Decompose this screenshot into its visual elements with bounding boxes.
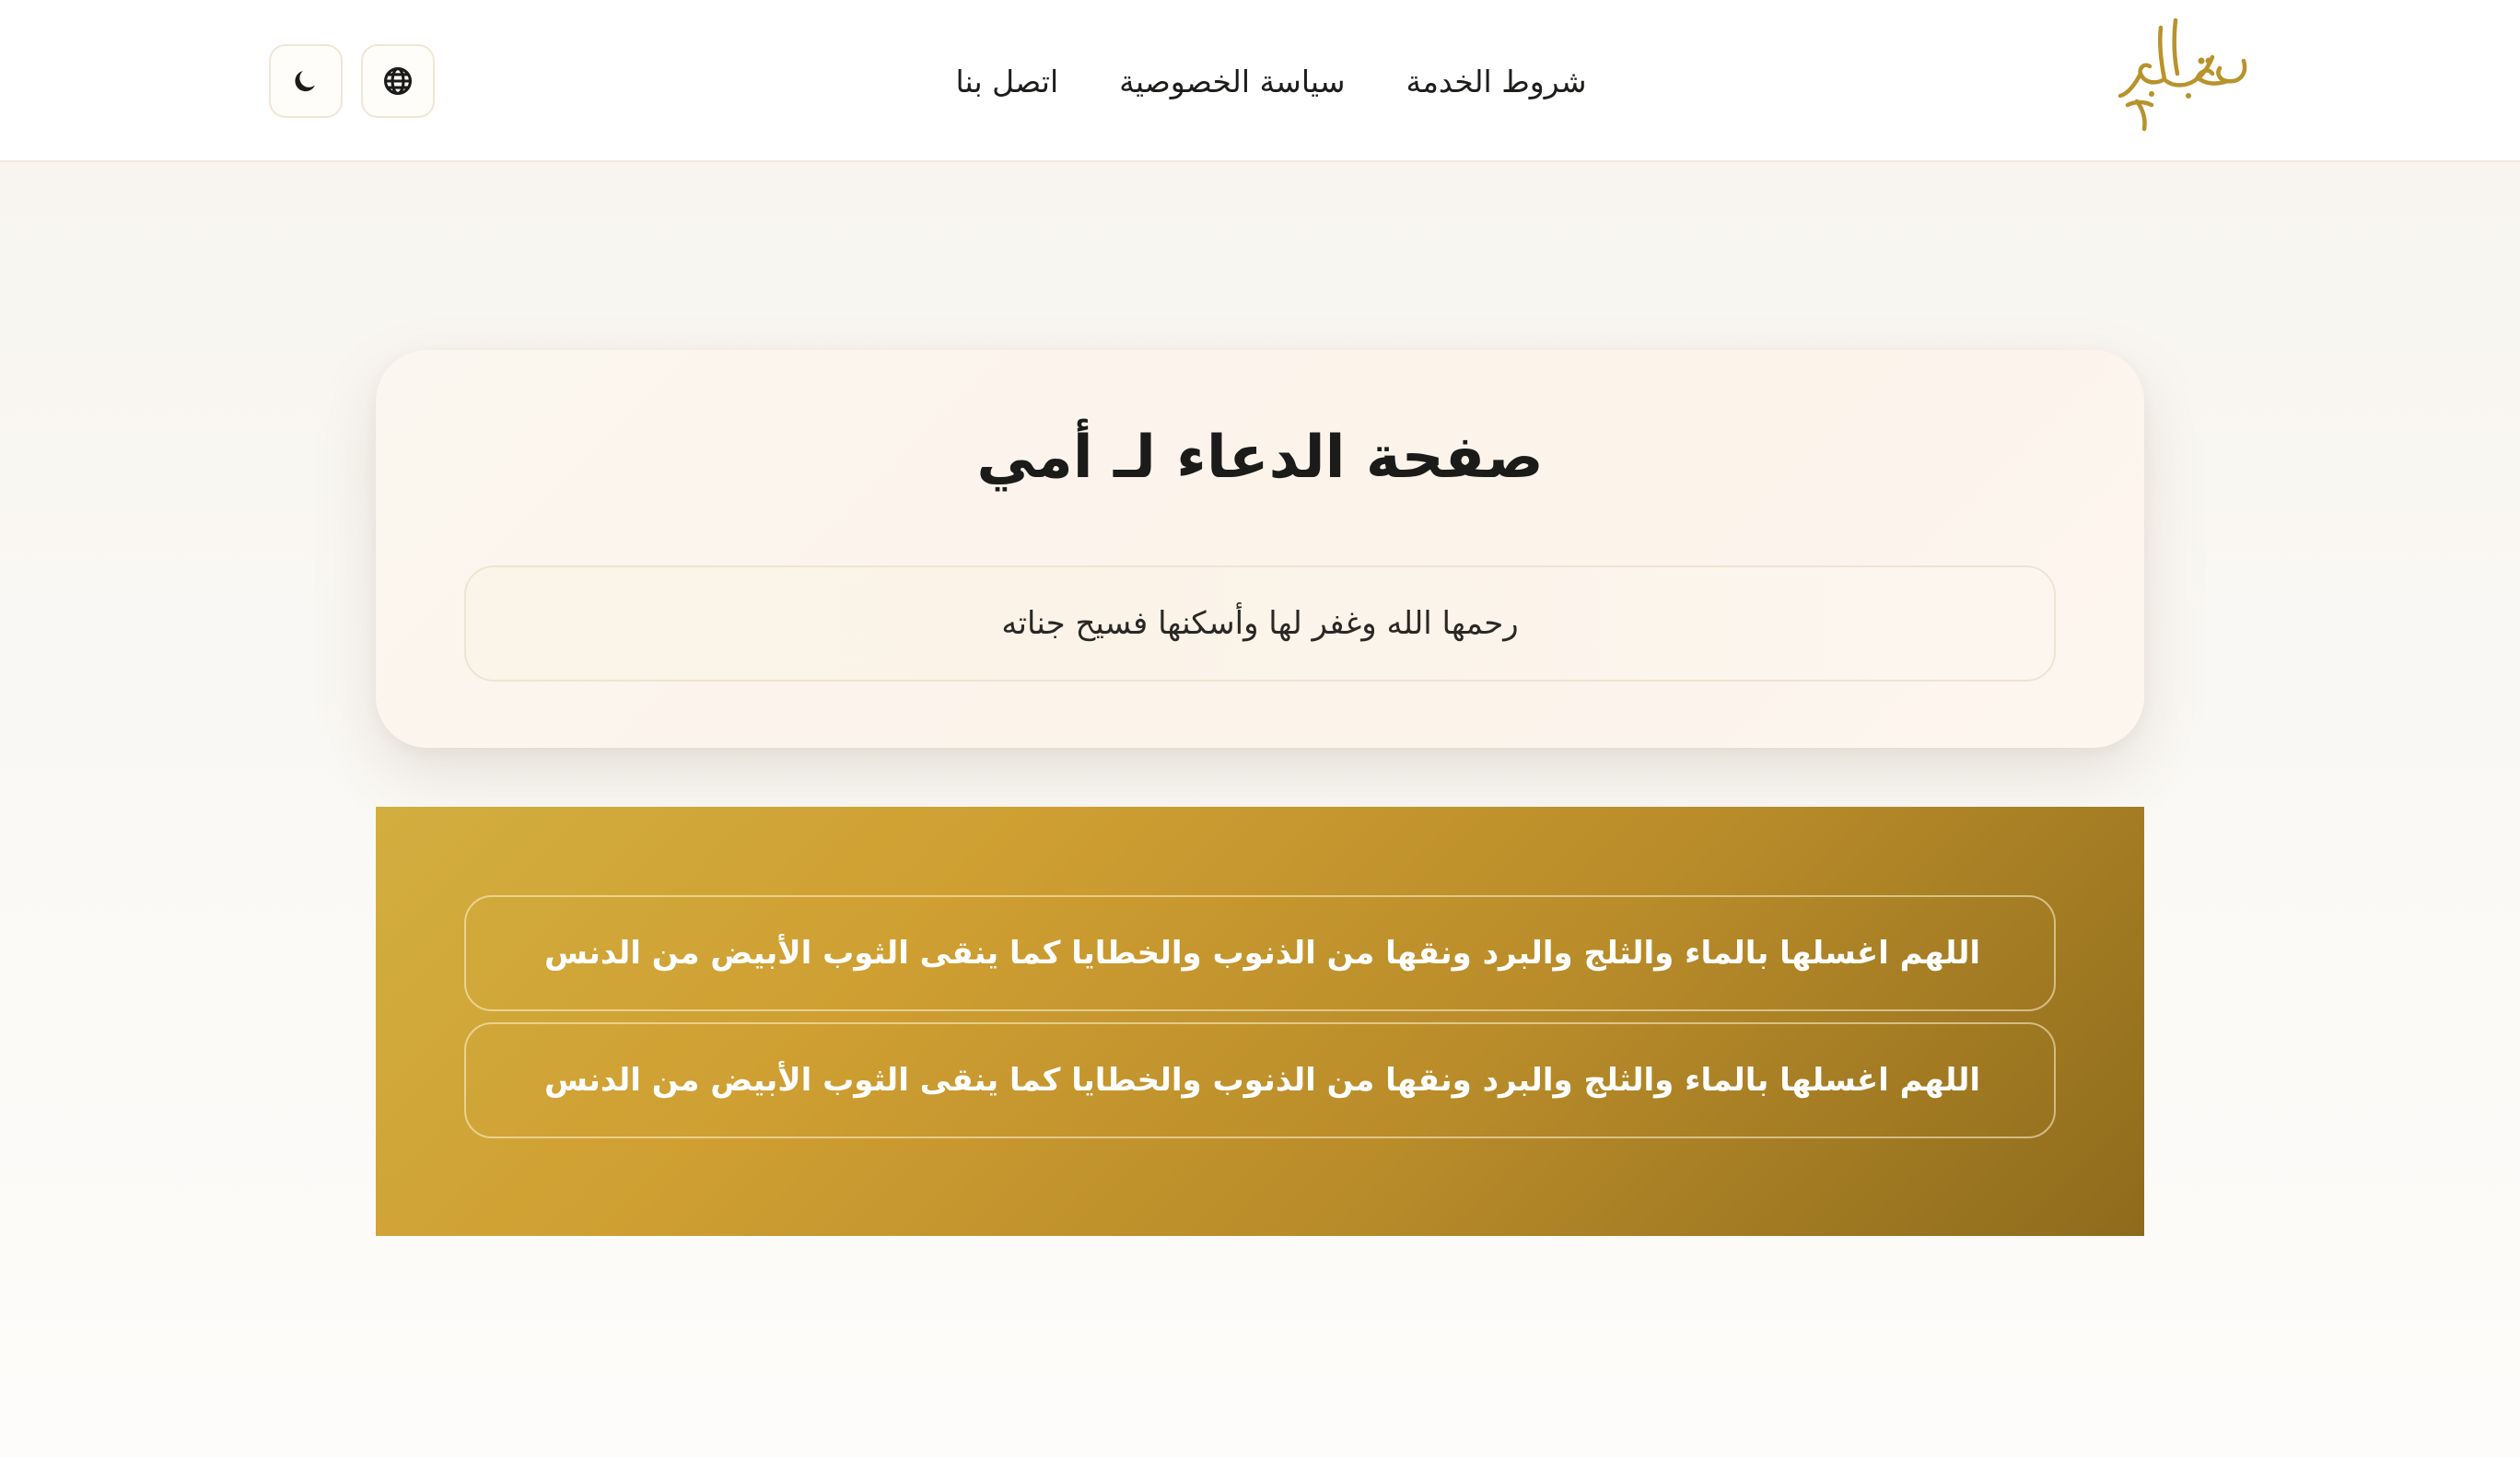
dua-text: اللهم اغسلها بالماء والثلج والبرد ونقها … — [544, 1062, 1980, 1099]
dua-text: اللهم اغسلها بالماء والثلج والبرد ونقها … — [544, 935, 1980, 972]
subtitle-text: رحمها الله وغفر لها وأسكنها فسيح جناته — [1001, 605, 1519, 642]
nav-link-privacy[interactable]: سياسة الخصوصية — [1119, 64, 1345, 99]
main-nav: شروط الخدمة سياسة الخصوصية اتصل بنا — [921, 0, 1621, 162]
language-button[interactable] — [361, 44, 435, 118]
site-logo[interactable] — [2109, 17, 2257, 134]
nav-link-contact[interactable]: اتصل بنا — [955, 64, 1058, 99]
moon-icon — [295, 71, 315, 92]
dua-item[interactable]: اللهم اغسلها بالماء والثلج والبرد ونقها … — [464, 1022, 2056, 1138]
nav-link-terms[interactable]: شروط الخدمة — [1406, 64, 1587, 99]
globe-icon — [383, 66, 413, 96]
dua-item[interactable]: اللهم اغسلها بالماء والثلج والبرد ونقها … — [464, 895, 2056, 1011]
subtitle-box: رحمها الله وغفر لها وأسكنها فسيح جناته — [464, 565, 2056, 682]
logo-calligraphy-icon — [2118, 17, 2247, 132]
title-card: صفحة الدعاء لـ أمي رحمها الله وغفر لها و… — [376, 350, 2144, 748]
theme-toggle-button[interactable] — [269, 44, 343, 118]
duas-section: اللهم اغسلها بالماء والثلج والبرد ونقها … — [376, 807, 2144, 1236]
site-header: شروط الخدمة سياسة الخصوصية اتصل بنا — [0, 0, 2520, 162]
page-title: صفحة الدعاء لـ أمي — [976, 424, 1544, 492]
